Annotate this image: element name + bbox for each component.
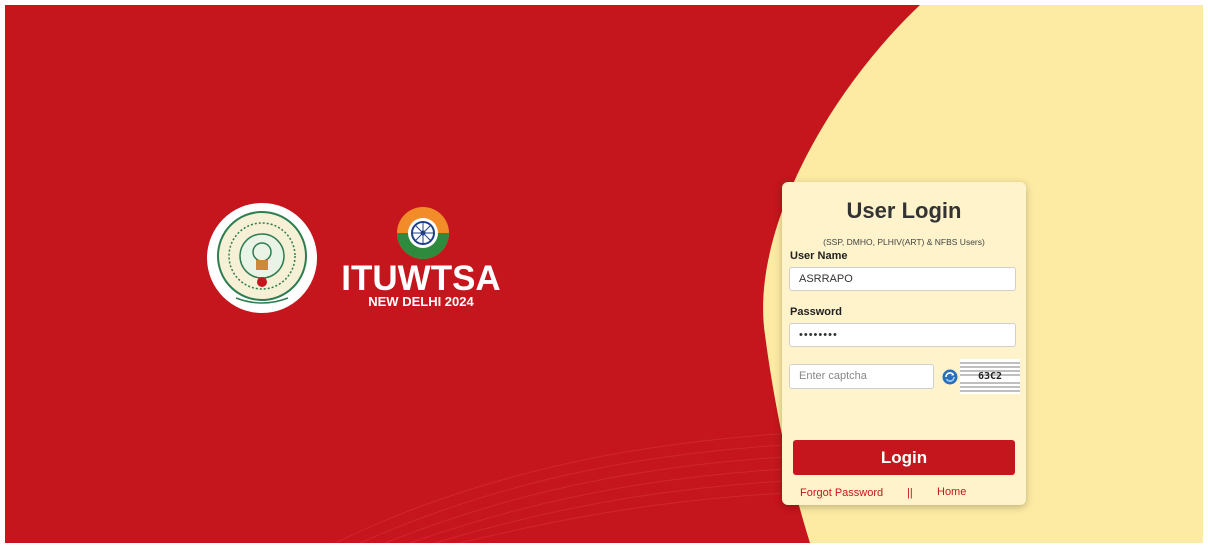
captcha-text: 63C2 (977, 371, 1003, 382)
password-label: Password (790, 306, 842, 318)
username-label: User Name (790, 250, 848, 262)
itu-wtsa-mark-icon (397, 207, 449, 259)
login-card: User Login (SSP, DMHO, PLHIV(ART) & NFBS… (782, 182, 1026, 505)
link-separator: || (907, 487, 913, 499)
page-background: ITUWTSA NEW DELHI 2024 User Login (SSP, … (5, 5, 1203, 543)
username-input[interactable]: ASRRAPO (789, 267, 1016, 291)
itu-wtsa-logo: ITUWTSA NEW DELHI 2024 (341, 205, 501, 315)
password-input[interactable]: •••••••• (789, 323, 1016, 347)
login-button[interactable]: Login (793, 440, 1015, 475)
login-subtitle: (SSP, DMHO, PLHIV(ART) & NFBS Users) (823, 237, 985, 247)
forgot-password-link[interactable]: Forgot Password (800, 487, 883, 499)
refresh-icon[interactable] (942, 369, 958, 385)
login-title: User Login (846, 198, 962, 223)
andhra-pradesh-emblem-icon (207, 203, 317, 313)
itu-wtsa-wordmark: ITUWTSA (341, 259, 501, 298)
home-link[interactable]: Home (937, 486, 966, 498)
captcha-input[interactable]: Enter captcha (789, 364, 934, 389)
itu-wtsa-subtitle: NEW DELHI 2024 (368, 294, 474, 309)
